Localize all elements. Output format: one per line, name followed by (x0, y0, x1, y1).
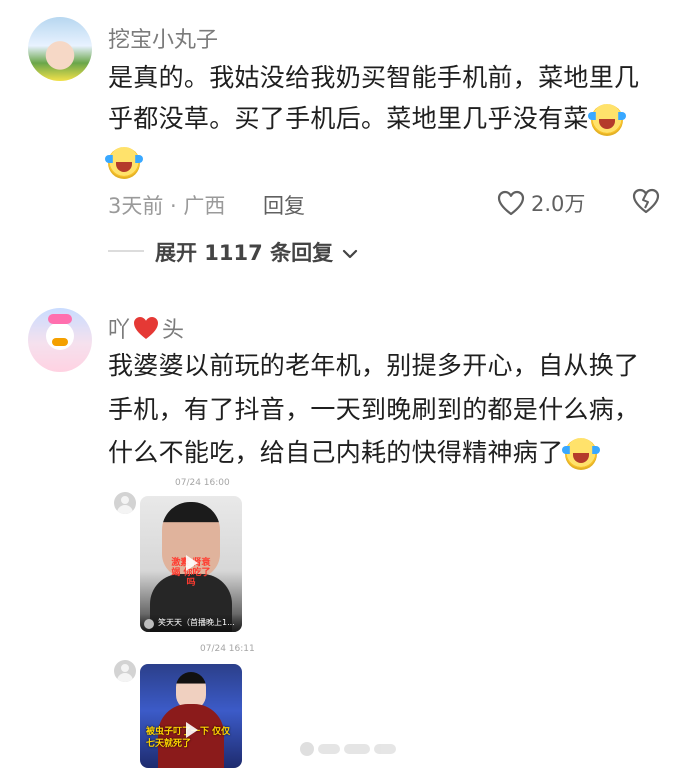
reply-button[interactable]: 回复 (263, 190, 305, 220)
comment-text-segment: 什么不能吃，给自己内耗的快得精神病了 (108, 438, 564, 467)
like-count: 2.0万 (531, 192, 586, 216)
media-timestamp: 07/24 16:00 (175, 478, 230, 488)
expand-replies-button[interactable]: 展开 1117 条回复 (155, 237, 358, 267)
comment-emoji-line (105, 142, 143, 182)
video-caption: 笑天天（首播晚上1... (140, 614, 242, 632)
watermark (300, 736, 400, 762)
username-part: 头 (162, 318, 185, 343)
video-card[interactable]: 激素 肾衰竭 你吃了吗 笑天天（首播晚上1... (140, 496, 242, 632)
dislike-button[interactable] (632, 188, 660, 218)
like-button[interactable]: 2.0万 (497, 188, 585, 218)
laughing-tears-emoji-icon (587, 104, 626, 136)
chevron-down-icon (343, 249, 358, 259)
comment-meta: 3天前 · 广西 (108, 194, 226, 218)
watermark-bar (374, 744, 396, 754)
expand-replies-label: 展开 1117 条回复 (155, 241, 334, 265)
media-sender-avatar (114, 660, 136, 682)
avatar-duck-beak (52, 338, 68, 346)
watermark-bar (344, 744, 370, 754)
user-avatar[interactable] (28, 308, 92, 372)
comment-text-line: 乎都没草。买了手机后。菜地里几乎没有菜 (108, 99, 626, 139)
red-heart-icon (134, 317, 159, 339)
broken-heart-icon (632, 188, 660, 214)
comment-text-line: 是真的。我姑没给我奶买智能手机前，菜地里几 (108, 63, 640, 92)
media-sender-avatar (114, 492, 136, 514)
username[interactable]: 挖宝小丸子 (108, 22, 218, 54)
comment-text-line: 我婆婆以前玩的老年机，别提多开心，自从换了 (108, 351, 640, 380)
play-icon (186, 722, 198, 738)
laughing-tears-emoji-icon (562, 438, 601, 470)
comment-text-line: 手机，有了抖音，一天到晚刷到的都是什么病， (108, 395, 640, 424)
watermark-dot (300, 742, 314, 756)
caption-avatar-icon (144, 619, 154, 629)
play-icon (186, 555, 198, 571)
user-avatar[interactable] (28, 17, 92, 81)
video-card[interactable]: 被虫子叮了一下 仅仅七天就死了 (140, 664, 242, 768)
laughing-tears-emoji-icon (105, 147, 143, 179)
expand-divider (108, 250, 144, 252)
comment-text-line: 什么不能吃，给自己内耗的快得精神病了 (108, 433, 601, 473)
heart-icon (497, 190, 525, 216)
watermark-bar (318, 744, 340, 754)
username-part: 吖 (108, 318, 131, 343)
media-timestamp: 07/24 16:11 (200, 644, 255, 654)
comment-text-segment: 乎都没草。买了手机后。菜地里几乎没有菜 (108, 104, 589, 133)
username[interactable]: 吖 头 (108, 312, 184, 344)
avatar-bow (48, 314, 72, 324)
